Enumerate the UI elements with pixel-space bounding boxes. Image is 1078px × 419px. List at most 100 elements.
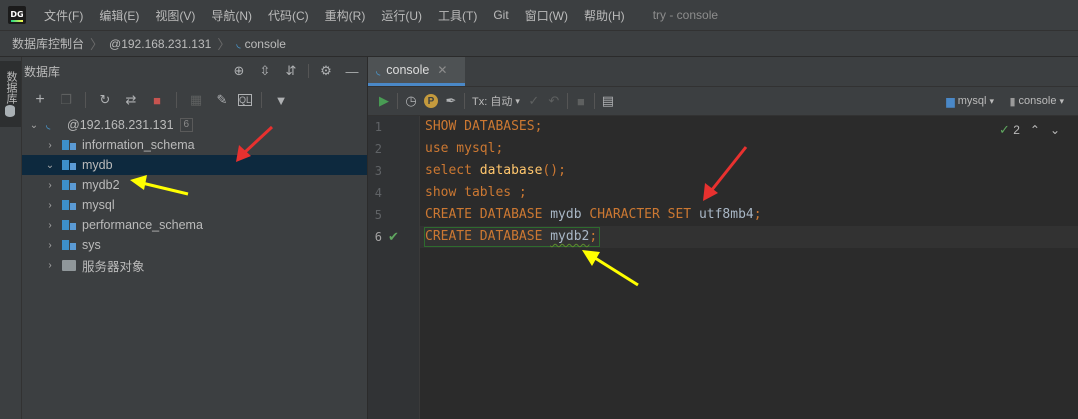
console-open-icon[interactable]: QL [238, 94, 252, 106]
tab-console[interactable]: ◟ console ✕ [368, 57, 465, 86]
chevron-down-icon[interactable]: ⌄ [44, 160, 56, 171]
code-line-2: use mysql; [425, 138, 503, 160]
history-icon[interactable]: ◷ [401, 91, 421, 111]
edit-icon[interactable]: ✎ [212, 90, 232, 110]
menu-help[interactable]: 帮助(H) [576, 7, 633, 24]
expand-all-icon[interactable]: ⇳ [256, 62, 274, 80]
tree-item-mysql[interactable]: › mysql [22, 195, 367, 215]
chevron-up-icon[interactable]: ⌃ [1030, 123, 1040, 137]
breadcrumb-item-console-root[interactable]: 数据库控制台 [12, 35, 84, 52]
crosshair-icon[interactable]: ⊕ [230, 62, 248, 80]
settings-wrench-icon[interactable]: ✒ [441, 91, 461, 111]
database-tool-tab-label: 数据库 [5, 71, 17, 104]
refresh-icon[interactable]: ↻ [95, 90, 115, 110]
tree-item-performance-schema[interactable]: › performance_schema [22, 215, 367, 235]
gutter-divider [419, 116, 420, 419]
check-icon: ✓ [998, 122, 1010, 137]
line-number: 6 [374, 230, 382, 244]
breadcrumb-item-host[interactable]: @192.168.231.131 [109, 37, 211, 51]
tree-item-mydb[interactable]: ⌄ mydb [22, 155, 367, 175]
database-panel-title: 数据库 [24, 64, 61, 79]
transaction-mode-label: Tx: 自动 [472, 96, 513, 108]
gear-icon[interactable]: ⚙ [317, 62, 335, 80]
chevron-right-icon[interactable]: › [44, 260, 56, 271]
chevron-down-icon[interactable]: ⌄ [28, 120, 40, 131]
code-token-punct: ; [753, 207, 762, 222]
code-token-identifier: mydb [542, 207, 590, 222]
copy-icon[interactable]: ❐ [56, 90, 76, 110]
chevron-right-icon[interactable]: › [44, 200, 56, 211]
tree-item-label: information_schema [82, 138, 195, 152]
menu-window[interactable]: 窗口(W) [517, 7, 576, 24]
chevron-right-icon[interactable]: › [44, 140, 56, 151]
tree-item-mydb2[interactable]: › mydb2 [22, 175, 367, 195]
chevron-right-icon[interactable]: › [44, 240, 56, 251]
code-token-identifier: mydb2 [550, 229, 590, 244]
code-token-punct: (); [542, 163, 566, 178]
close-icon[interactable]: ✕ [437, 63, 447, 77]
output-table-icon[interactable]: ▤ [598, 91, 618, 111]
explain-plan-icon[interactable]: P [424, 94, 438, 108]
mysql-datasource-icon: ◟ [46, 119, 51, 131]
table-icon[interactable]: ▦ [186, 90, 206, 110]
commit-icon[interactable]: ✓ [524, 91, 544, 111]
executed-check-icon: ✔ [388, 229, 399, 244]
datasource-selector[interactable]: ▆ mysql ▾ [946, 95, 994, 108]
database-tool-tab[interactable]: 数据库 [0, 61, 21, 127]
menu-bar: DG 文件(F) 编辑(E) 视图(V) 导航(N) 代码(C) 重构(R) 运… [0, 0, 1078, 30]
connection-count-badge: 6 [179, 118, 194, 132]
run-icon[interactable]: ▶ [374, 91, 394, 111]
session-selector[interactable]: ▮ console ▾ [1009, 95, 1064, 108]
tool-window-stripe: 数据库 [0, 57, 22, 419]
schema-sync-icon[interactable]: ⇄ [121, 90, 141, 110]
menu-edit[interactable]: 编辑(E) [91, 7, 147, 24]
tree-item-server-objects[interactable]: › 服务器对象 [22, 255, 367, 275]
menu-refactor[interactable]: 重构(R) [317, 7, 374, 24]
breadcrumb-item-console[interactable]: console [245, 37, 286, 51]
stop-icon[interactable]: ■ [571, 91, 591, 111]
code-token-punct: ; [534, 119, 543, 134]
tree-root-host[interactable]: ⌄ ◟ @192.168.231.131 6 [22, 115, 367, 135]
chevron-right-icon[interactable]: › [44, 220, 56, 231]
schema-icon: ▆ [946, 95, 955, 108]
rollback-icon[interactable]: ↶ [544, 91, 564, 111]
menu-file[interactable]: 文件(F) [36, 7, 91, 24]
add-icon[interactable]: + [30, 90, 50, 110]
tree-item-label: 服务器对象 [82, 259, 145, 274]
database-tree: ⌄ ◟ @192.168.231.131 6 › information_sch… [22, 115, 367, 275]
minimize-icon[interactable]: — [343, 62, 361, 80]
inspection-status[interactable]: ✓ 2 [999, 122, 1020, 138]
schema-icon [62, 219, 76, 231]
menu-tools[interactable]: 工具(T) [430, 7, 485, 24]
collapse-all-icon[interactable]: ⇵ [282, 62, 300, 80]
chevron-right-icon: 〉 [217, 37, 231, 52]
stop-icon[interactable]: ■ [147, 90, 167, 110]
code-token-keyword: CHARACTER SET [589, 207, 692, 222]
transaction-mode-dropdown[interactable]: Tx: 自动 ▾ [472, 93, 520, 109]
editor-tab-bar: ◟ console ✕ [368, 57, 1078, 87]
menu-code[interactable]: 代码(C) [260, 7, 317, 24]
inspection-widget[interactable]: ✓ 2 ⌃ ⌄ [999, 122, 1060, 138]
line-number: 1 [374, 120, 382, 134]
menu-navigate[interactable]: 导航(N) [203, 7, 260, 24]
database-icon [5, 105, 15, 117]
filter-icon[interactable]: ▼ [271, 90, 291, 110]
tree-item-information-schema[interactable]: › information_schema [22, 135, 367, 155]
schema-icon [62, 139, 76, 151]
toolbar-divider [566, 93, 568, 109]
menu-run[interactable]: 运行(U) [373, 7, 430, 24]
tree-item-sys[interactable]: › sys [22, 235, 367, 255]
code-token-keyword: select [425, 163, 472, 178]
menu-view[interactable]: 视图(V) [147, 7, 203, 24]
database-panel-header: 数据库 ⊕ ⇳ ⇵ ⚙ — [22, 57, 367, 85]
chevron-down-icon[interactable]: ⌄ [1050, 123, 1060, 137]
menu-git[interactable]: Git [485, 8, 516, 22]
sql-editor[interactable]: 1 2 3 4 5 6 ✔ SHOW DATABASES; use mysql;… [368, 116, 1078, 419]
chevron-down-icon: ▾ [1059, 95, 1064, 106]
toolbar-divider [464, 93, 465, 109]
chevron-right-icon[interactable]: › [44, 180, 56, 191]
chevron-right-icon: 〉 [90, 37, 104, 52]
schema-icon [62, 179, 76, 191]
toolbar-divider [85, 92, 86, 108]
tree-root-label: @192.168.231.131 [67, 118, 174, 132]
